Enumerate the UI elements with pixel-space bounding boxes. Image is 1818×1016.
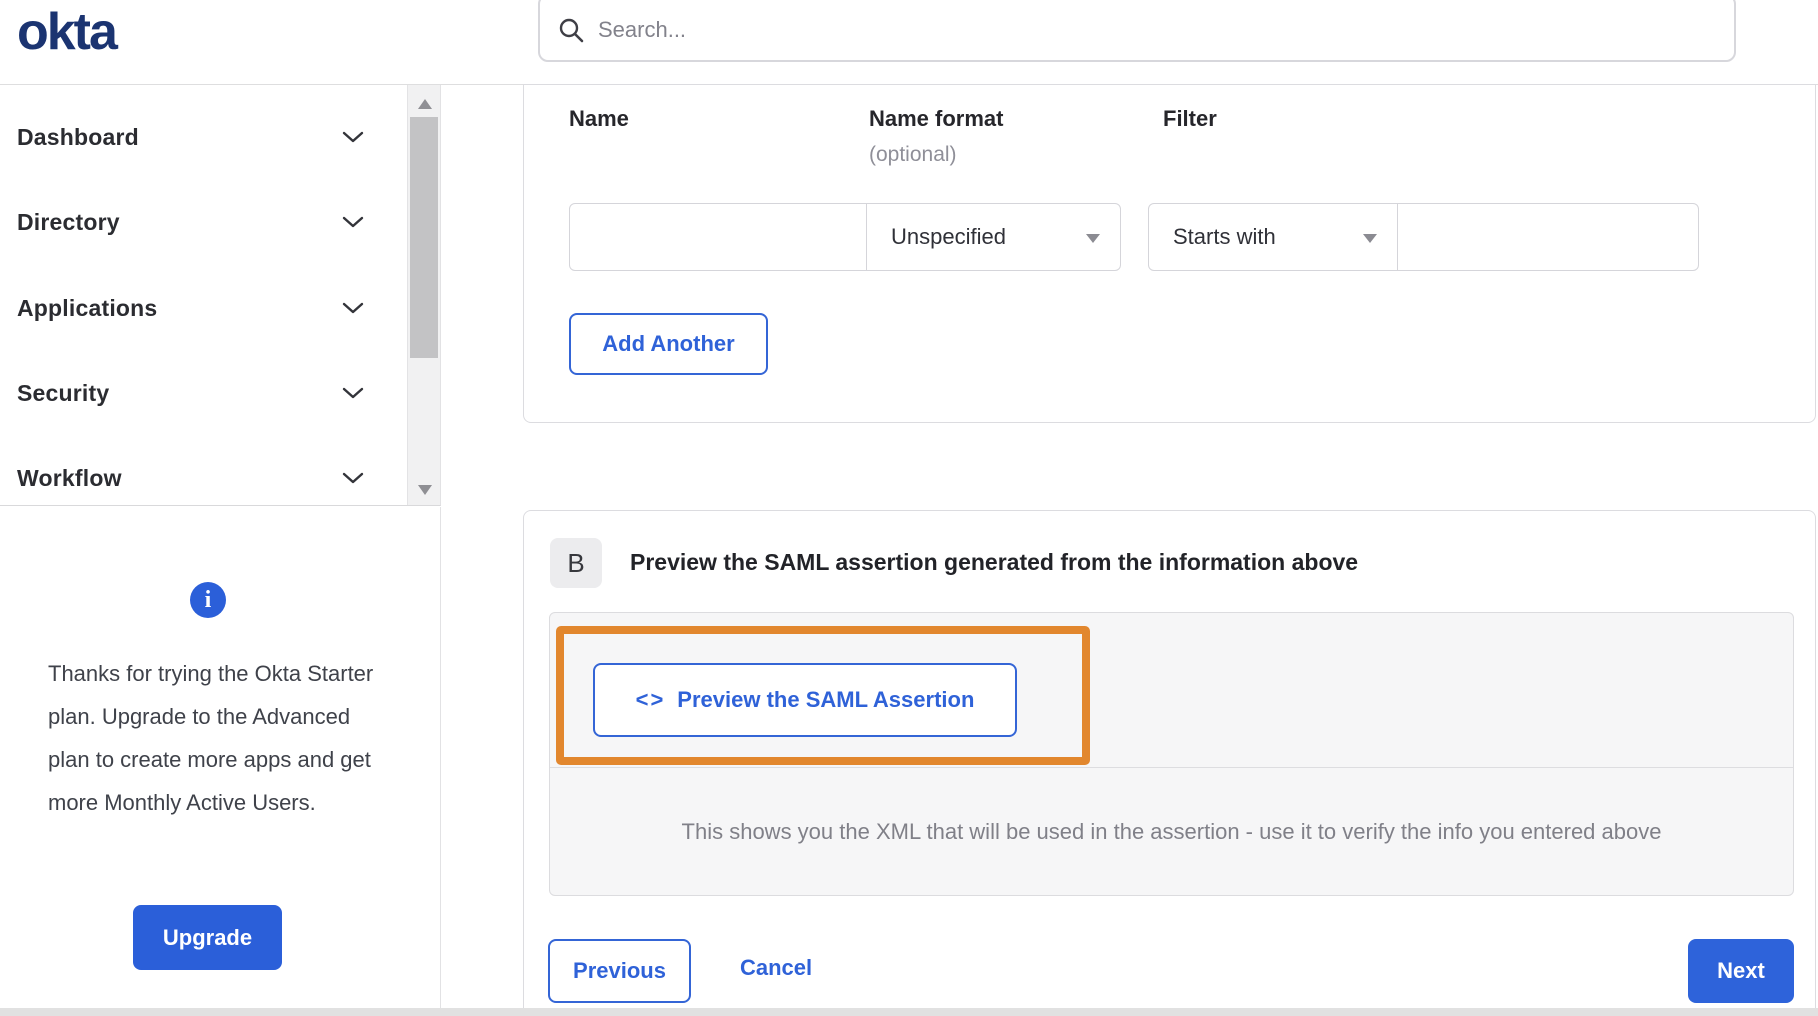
sidebar-item-label: Security [17,379,110,406]
sidebar-item-label: Directory [17,208,120,235]
next-button[interactable]: Next [1688,939,1794,1003]
chevron-down-icon [342,216,364,227]
chevron-down-icon [342,387,364,398]
caret-down-icon [1086,234,1100,243]
name-format-value: Unspecified [891,224,1006,249]
info-icon: i [190,582,226,618]
previous-button[interactable]: Previous [548,939,691,1003]
page-bottom-edge [0,1008,1818,1016]
name-format-select[interactable]: Unspecified [866,203,1121,271]
scrollbar-down-arrow-icon[interactable] [418,485,432,495]
sidebar-item-label: Applications [17,294,158,321]
preview-section-heading: Preview the SAML assertion generated fro… [630,549,1359,575]
upgrade-message: Thanks for trying the Okta Starter plan.… [48,661,374,815]
scrollbar-thumb[interactable] [410,117,438,358]
code-brackets-icon: <> [635,687,666,712]
chevron-down-icon [342,302,364,313]
search-icon [559,18,584,43]
attribute-name-input[interactable] [569,203,867,271]
preview-saml-assertion-button[interactable]: <> Preview the SAML Assertion [593,663,1017,737]
sidebar-item-label: Dashboard [17,123,139,150]
sidebar-item-directory[interactable]: Directory [0,192,408,252]
sidebar-item-workflow[interactable]: Workflow [0,448,408,508]
search-input[interactable] [598,17,1678,43]
step-b-badge: B [550,538,602,588]
add-another-button[interactable]: Add Another [569,313,768,375]
caret-down-icon [1363,234,1377,243]
filter-value-input[interactable] [1397,203,1699,271]
attribute-statements-card: Name Name format (optional) Filter Unspe… [523,84,1816,423]
preview-saml-card: B Preview the SAML assertion generated f… [523,510,1816,1016]
chevron-down-icon [342,472,364,483]
name-format-hint: (optional) [869,143,957,166]
upgrade-button[interactable]: Upgrade [133,905,282,970]
preview-description: This shows you the XML that will be used… [681,819,1662,844]
sidebar-item-applications[interactable]: Applications [0,278,408,338]
preview-button-area: <> Preview the SAML Assertion [550,613,1793,767]
filter-type-select[interactable]: Starts with [1148,203,1398,271]
name-format-column-label: Name format [869,106,1004,131]
sidebar-item-dashboard[interactable]: Dashboard [0,107,408,167]
sidebar-scrollbar[interactable] [407,85,440,505]
sidebar-item-label: Workflow [17,464,122,491]
okta-logo[interactable]: okta [17,2,118,62]
preview-description-area: This shows you the XML that will be used… [550,767,1793,896]
preview-button-label: Preview the SAML Assertion [677,687,975,712]
chevron-down-icon [342,131,364,142]
filter-type-value: Starts with [1173,224,1276,249]
okta-admin-screen: okta Dashboard Directory Applications Se… [0,0,1818,1016]
cancel-button[interactable]: Cancel [740,955,812,981]
sidebar-item-security[interactable]: Security [0,363,408,423]
upgrade-panel: i Thanks for trying the Okta Starter pla… [0,507,441,1016]
sidebar-nav: Dashboard Directory Applications Securit… [0,85,441,506]
name-column-label: Name [569,106,629,131]
preview-box: <> Preview the SAML Assertion This shows… [549,612,1794,896]
filter-column-label: Filter [1163,106,1217,131]
global-search [538,0,1736,62]
scrollbar-up-arrow-icon[interactable] [418,99,432,109]
